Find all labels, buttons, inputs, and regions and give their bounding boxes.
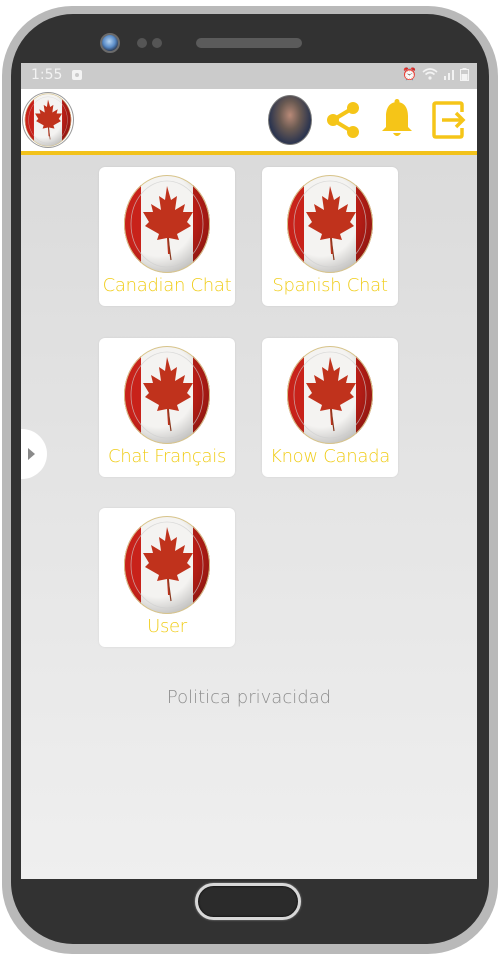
alarm-icon: ⏰ (402, 67, 417, 81)
tile-label: Canadian Chat (102, 275, 232, 296)
app-bar (21, 89, 477, 155)
sensor-dot (152, 38, 162, 48)
battery-icon (460, 67, 469, 81)
sensor-dot (137, 38, 147, 48)
drawer-handle[interactable] (21, 429, 47, 479)
front-camera (100, 33, 120, 53)
image-notification-icon (72, 70, 82, 80)
canada-flag-icon (286, 345, 374, 445)
screen: 1:55 ⏰ Canadian Chat Spanish Chat Chat F… (21, 63, 477, 879)
logout-button[interactable] (427, 97, 471, 143)
privacy-policy-link[interactable]: Politica privacidad (21, 687, 477, 708)
tile-canadian-chat[interactable]: Canadian Chat (99, 167, 235, 306)
share-button[interactable] (321, 97, 365, 143)
tile-spanish-chat[interactable]: Spanish Chat (262, 167, 398, 306)
earpiece-speaker (196, 38, 302, 48)
share-icon (327, 102, 359, 138)
tile-label: Spanish Chat (272, 275, 388, 296)
chevron-right-icon (28, 448, 35, 460)
tile-label: Chat Français (107, 446, 227, 467)
home-button[interactable] (195, 883, 301, 920)
tile-label: User (147, 616, 187, 637)
wifi-icon (422, 68, 438, 80)
canada-flag-icon (123, 345, 211, 445)
bell-icon (382, 99, 412, 136)
status-time: 1:55 (31, 67, 63, 83)
tile-user[interactable]: User (99, 508, 235, 647)
canada-flag-logo[interactable] (22, 92, 74, 148)
canada-flag-icon (123, 174, 211, 274)
tile-label: Know Canada (270, 446, 390, 467)
status-bar: 1:55 ⏰ (21, 63, 477, 89)
tile-chat-francais[interactable]: Chat Français (99, 338, 235, 477)
notifications-button[interactable] (375, 97, 419, 143)
logout-icon (432, 101, 466, 139)
tile-know-canada[interactable]: Know Canada (262, 338, 398, 477)
canada-flag-icon (123, 515, 211, 615)
status-icons: ⏰ (402, 67, 469, 81)
canada-flag-icon (286, 174, 374, 274)
profile-avatar[interactable] (268, 95, 312, 145)
signal-icon (444, 70, 454, 80)
